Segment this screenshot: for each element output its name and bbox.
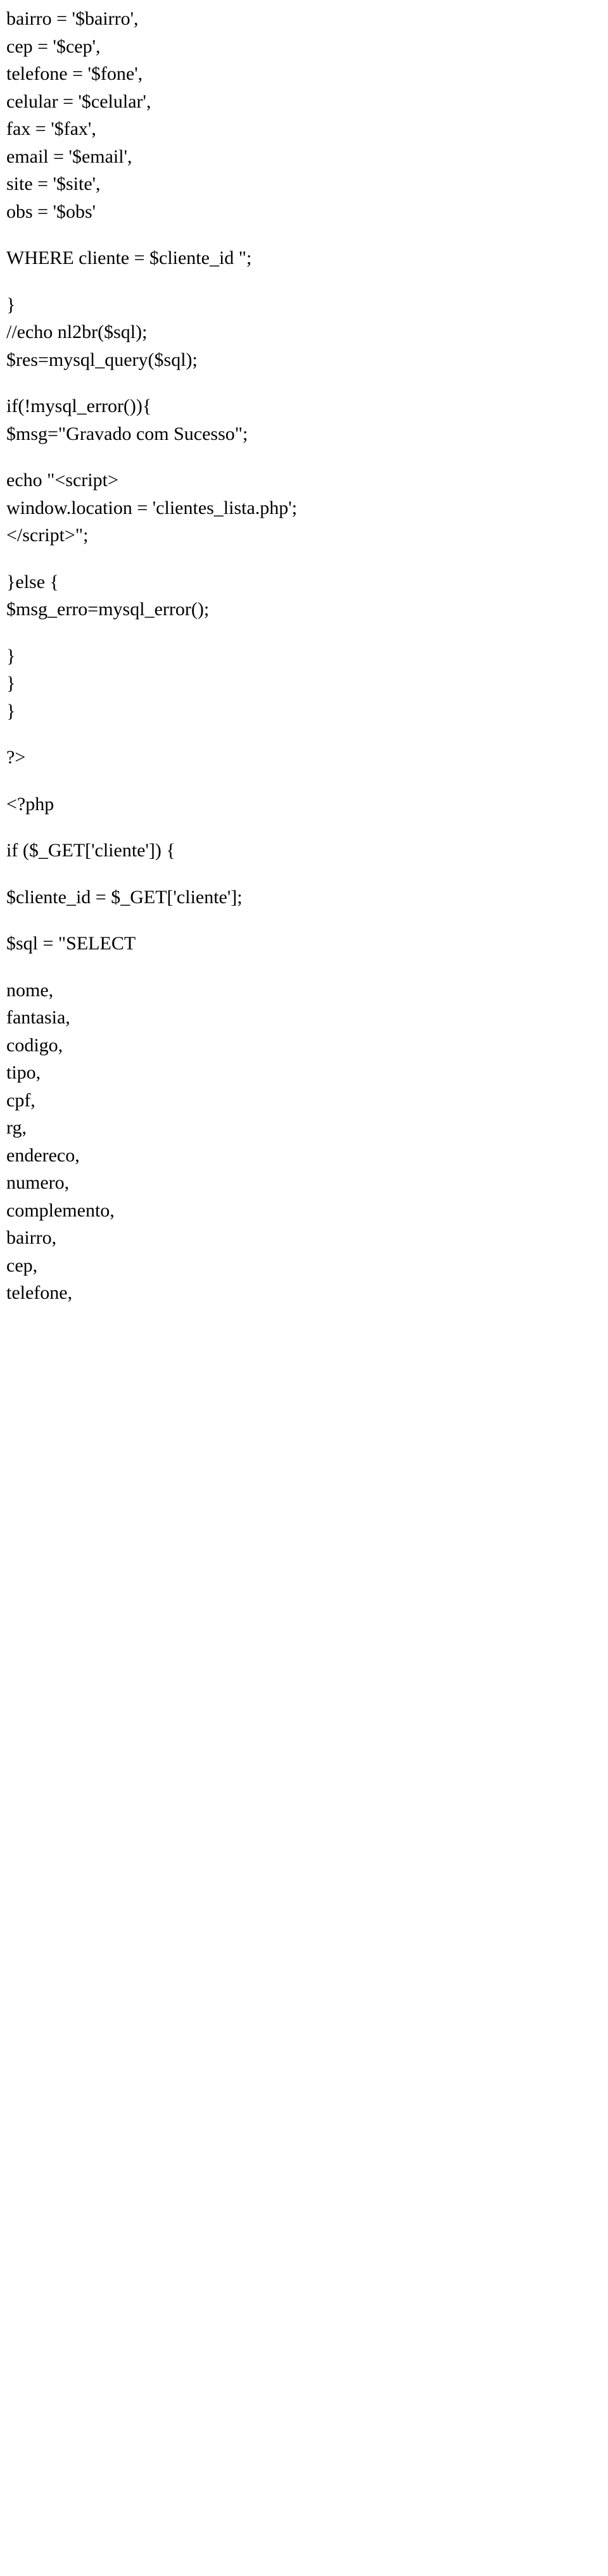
code-line: //echo nl2br($sql); bbox=[6, 318, 602, 346]
code-line: cep, bbox=[6, 1252, 602, 1280]
code-line: $cliente_id = $_GET['cliente']; bbox=[6, 884, 602, 911]
code-line: }else { bbox=[6, 568, 602, 596]
code-line: telefone, bbox=[6, 1279, 602, 1307]
code-line: window.location = 'clientes_lista.php'; bbox=[6, 494, 602, 522]
code-line: $msg_erro=mysql_error(); bbox=[6, 596, 602, 623]
code-line: numero, bbox=[6, 1169, 602, 1197]
code-line: endereco, bbox=[6, 1142, 602, 1170]
code-line: $sql = "SELECT bbox=[6, 930, 602, 958]
code-line: if(!mysql_error()){ bbox=[6, 392, 602, 420]
code-line: rg, bbox=[6, 1114, 602, 1142]
code-line: bairro = '$bairro', bbox=[6, 5, 602, 33]
code-line: if ($_GET['cliente']) { bbox=[6, 837, 602, 865]
code-line: } bbox=[6, 670, 602, 697]
code-line: complemento, bbox=[6, 1197, 602, 1225]
code-line: $msg="Gravado com Sucesso"; bbox=[6, 420, 602, 448]
code-line: } bbox=[6, 697, 602, 725]
code-line: site = '$site', bbox=[6, 170, 602, 198]
code-line: } bbox=[6, 642, 602, 670]
code-line: telefone = '$fone', bbox=[6, 60, 602, 88]
code-line: obs = '$obs' bbox=[6, 198, 602, 226]
code-line: nome, bbox=[6, 977, 602, 1004]
code-line: cep = '$cep', bbox=[6, 33, 602, 61]
code-line: fantasia, bbox=[6, 1004, 602, 1032]
code-line: <?php bbox=[6, 791, 602, 818]
code-line: fax = '$fax', bbox=[6, 115, 602, 143]
code-line: WHERE cliente = $cliente_id "; bbox=[6, 244, 602, 272]
code-line: $res=mysql_query($sql); bbox=[6, 346, 602, 374]
code-line: email = '$email', bbox=[6, 143, 602, 171]
code-line: </script>"; bbox=[6, 522, 602, 549]
code-line: echo "<script> bbox=[6, 466, 602, 494]
code-line: bairro, bbox=[6, 1224, 602, 1252]
code-line: ?> bbox=[6, 744, 602, 772]
code-line: celular = '$celular', bbox=[6, 88, 602, 116]
code-line: tipo, bbox=[6, 1059, 602, 1087]
code-line: codigo, bbox=[6, 1032, 602, 1060]
code-line: } bbox=[6, 291, 602, 319]
code-line: cpf, bbox=[6, 1087, 602, 1115]
